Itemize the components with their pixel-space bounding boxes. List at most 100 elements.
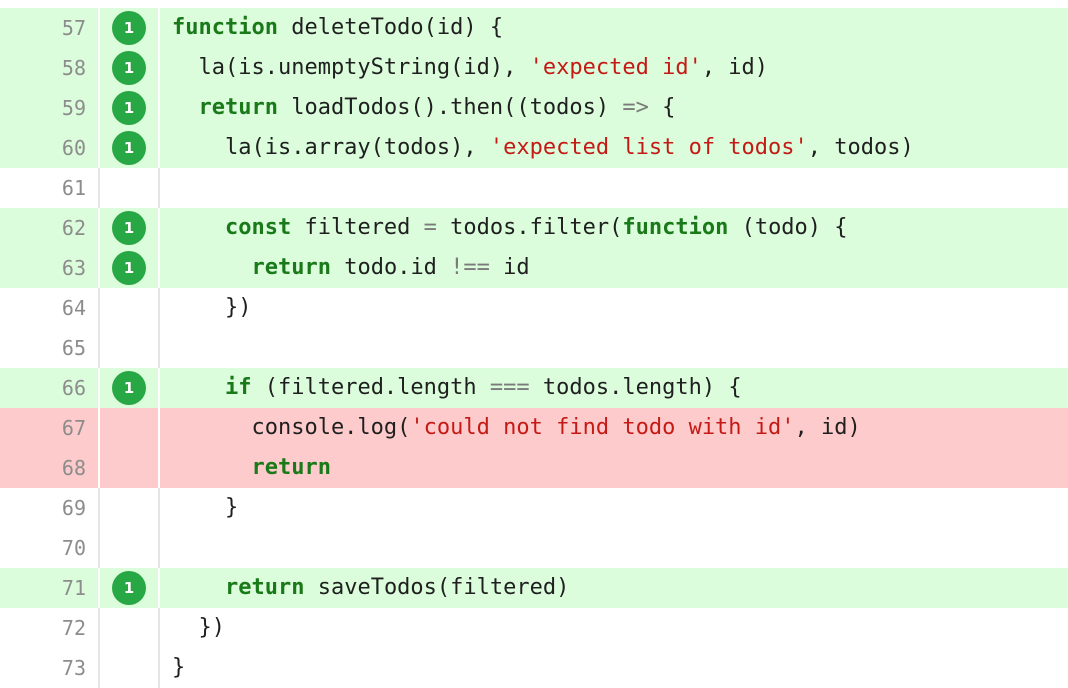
source-code: return saveTodos(filtered): [160, 568, 1068, 608]
string-token: 'expected id': [529, 55, 702, 80]
source-code: [160, 168, 1068, 208]
line-number[interactable]: 71: [0, 568, 100, 608]
code-token: saveTodos(filtered): [304, 575, 570, 600]
source-code: }): [160, 288, 1068, 328]
line-number[interactable]: 67: [0, 408, 100, 448]
code-line-73: 73}: [0, 648, 1068, 688]
code-token: {: [648, 95, 676, 120]
source-code: return todo.id !== id: [160, 248, 1068, 288]
hit-count-badge: 1: [112, 211, 146, 245]
code-line-66: 66 1 if (filtered.length === todos.length…: [0, 368, 1068, 408]
code-line-60: 60 1 la(is.array(todos), 'expected list o…: [0, 128, 1068, 168]
source-code: return: [160, 448, 1068, 488]
coverage-code-view: 57 1 function deleteTodo(id) { 58 1 la(is.un…: [0, 0, 1068, 688]
hit-count-badge: 1: [112, 11, 146, 45]
code-token: (todo) {: [728, 215, 848, 240]
source-code: const filtered = todos.filter(function (…: [160, 208, 1068, 248]
source-code: function deleteTodo(id) {: [160, 8, 1068, 48]
line-number[interactable]: 60: [0, 128, 100, 168]
hit-count-cell: [100, 328, 160, 368]
line-number[interactable]: 59: [0, 88, 100, 128]
hit-count-cell: [100, 648, 160, 688]
code-line-65: 65: [0, 328, 1068, 368]
keyword-token: return: [224, 575, 305, 600]
source-code: }: [160, 648, 1068, 688]
source-code: [160, 528, 1068, 568]
hit-count-cell: [100, 168, 160, 208]
hit-count-cell: 1: [100, 48, 160, 88]
code-line-57: 57 1 function deleteTodo(id) {: [0, 8, 1068, 48]
operator-token: !==: [450, 255, 490, 280]
hit-count-cell: 1: [100, 368, 160, 408]
source-code: if (filtered.length === todos.length) {: [160, 368, 1068, 408]
source-code: console.log('could not find todo with id…: [160, 408, 1068, 448]
source-code: }: [160, 488, 1068, 528]
code-token: }: [172, 655, 186, 680]
operator-token: =: [423, 215, 437, 240]
code-token: }): [172, 615, 225, 640]
code-token: filtered: [291, 215, 424, 240]
keyword-token: return: [251, 455, 331, 480]
source-code: la(is.array(todos), 'expected list of to…: [160, 128, 1068, 168]
line-number[interactable]: 63: [0, 248, 100, 288]
hit-count-cell: [100, 408, 160, 448]
hit-count-cell: 1: [100, 128, 160, 168]
code-line-61: 61: [0, 168, 1068, 208]
line-number[interactable]: 61: [0, 168, 100, 208]
code-token: }): [172, 295, 252, 320]
code-line-62: 62 1 const filtered = todos.filter(functi…: [0, 208, 1068, 248]
line-number[interactable]: 72: [0, 608, 100, 648]
keyword-token: const: [224, 215, 292, 240]
hit-count-cell: [100, 488, 160, 528]
code-line-72: 72 }): [0, 608, 1068, 648]
hit-count-cell: 1: [100, 88, 160, 128]
code-line-70: 70: [0, 528, 1068, 568]
source-code: }): [160, 608, 1068, 648]
code-token: todos.length) {: [529, 375, 742, 400]
line-number[interactable]: 68: [0, 448, 100, 488]
line-number[interactable]: 73: [0, 648, 100, 688]
hit-count-badge: 1: [112, 91, 146, 125]
hit-count-cell: [100, 448, 160, 488]
hit-count-cell: 1: [100, 208, 160, 248]
code-token: id: [489, 255, 530, 280]
keyword-token: function: [172, 15, 278, 40]
code-token: , id): [701, 55, 769, 80]
line-number[interactable]: 70: [0, 528, 100, 568]
line-number[interactable]: 58: [0, 48, 100, 88]
keyword-token: return: [198, 95, 278, 120]
code-token: deleteTodo(id) {: [277, 15, 504, 40]
hit-count-cell: [100, 608, 160, 648]
code-token: , id): [794, 415, 861, 440]
code-token: , todos): [807, 135, 914, 160]
line-number[interactable]: 69: [0, 488, 100, 528]
code-line-63: 63 1 return todo.id !== id: [0, 248, 1068, 288]
operator-token: =>: [622, 95, 649, 120]
line-number[interactable]: 66: [0, 368, 100, 408]
code-token: todos.filter(: [436, 215, 623, 240]
hit-count-badge: 1: [112, 131, 146, 165]
line-number[interactable]: 65: [0, 328, 100, 368]
code-token: (filtered.length: [251, 375, 490, 400]
code-token: }: [172, 495, 239, 520]
hit-count-cell: 1: [100, 568, 160, 608]
code-line-68: 68 return: [0, 448, 1068, 488]
code-line-58: 58 1 la(is.unemptyString(id), 'expected i…: [0, 48, 1068, 88]
code-line-67: 67 console.log('could not find todo with…: [0, 408, 1068, 448]
line-number[interactable]: 64: [0, 288, 100, 328]
hit-count-cell: [100, 528, 160, 568]
code-line-59: 59 1 return loadTodos().then((todos) => {: [0, 88, 1068, 128]
source-code: la(is.unemptyString(id), 'expected id', …: [160, 48, 1068, 88]
hit-count-cell: 1: [100, 8, 160, 48]
line-number[interactable]: 57: [0, 8, 100, 48]
code-token: la(is.unemptyString(id),: [172, 55, 530, 80]
code-line-71: 71 1 return saveTodos(filtered): [0, 568, 1068, 608]
hit-count-badge: 1: [112, 51, 146, 85]
line-number[interactable]: 62: [0, 208, 100, 248]
code-token: todo.id: [330, 255, 451, 280]
